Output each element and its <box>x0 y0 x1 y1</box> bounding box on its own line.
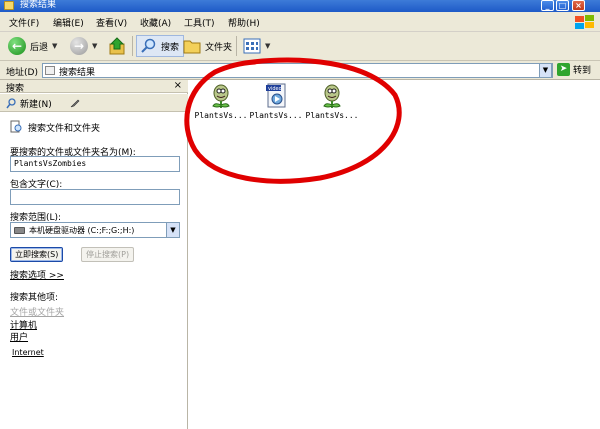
folders-label: 文件夹 <box>205 42 233 53</box>
stop-search-button[interactable]: 停止搜索(P) <box>81 247 135 262</box>
folders-button[interactable]: 文件夹 <box>183 35 232 57</box>
address-label: 地址(D) <box>6 68 38 78</box>
video-badge: video <box>268 86 282 92</box>
plant-icon <box>208 82 234 110</box>
forward-arrow-icon: → <box>70 37 88 55</box>
chevron-down-icon[interactable]: ▼ <box>92 42 97 50</box>
edit-search-button[interactable] <box>70 97 81 108</box>
folder-search-icon <box>4 1 14 10</box>
search-pane-title: 搜索 <box>6 84 25 94</box>
toolbar: ← 后退 ▼ → ▼ 搜索 文件夹 ▼ <box>0 32 600 61</box>
other-internet-link[interactable]: Internet <box>12 348 44 357</box>
video-file-icon: video <box>263 82 289 110</box>
menu-bar: 文件(F) 编辑(E) 查看(V) 收藏(A) 工具(T) 帮助(H) <box>0 12 600 32</box>
up-folder-icon <box>109 37 125 55</box>
search-button[interactable]: 搜索 <box>136 35 185 57</box>
address-input[interactable]: 搜索结果 <box>42 63 553 78</box>
new-search-label: 新建(N) <box>20 100 52 110</box>
chevron-down-icon[interactable]: ▼ <box>52 42 57 50</box>
search-pane: 搜索 × 新建(N) 搜索文件和文件夹 要搜索的文件或文件夹名为(M): Pla… <box>0 80 188 429</box>
go-button[interactable]: ➤ 转到 <box>557 63 591 76</box>
address-value: 搜索结果 <box>59 68 96 78</box>
folder-icon <box>183 40 201 54</box>
look-in-dropdown[interactable]: 本机硬盘驱动器 (C:;F:;G:;H:) ▼ <box>10 222 180 238</box>
address-bar: 地址(D) 搜索结果 ▼ ➤ 转到 <box>0 61 600 80</box>
maximize-button[interactable]: □ <box>556 0 569 11</box>
toolbar-separator <box>236 36 237 56</box>
back-button[interactable]: ← 后退 ▼ <box>8 35 57 57</box>
file-item[interactable]: PlantsVs... <box>191 82 251 120</box>
look-in-value: 本机硬盘驱动器 (C:;F:;G:;H:) <box>29 226 135 235</box>
chevron-down-icon[interactable]: ▼ <box>166 223 179 237</box>
toolbar-separator <box>132 36 133 56</box>
window-title: 搜索结果 <box>20 0 57 10</box>
close-icon[interactable]: × <box>174 80 182 91</box>
search-options-link[interactable]: 搜索选项 >> <box>10 268 64 281</box>
minimize-button[interactable]: _ <box>541 0 554 11</box>
hard-drive-icon <box>14 227 25 234</box>
results-view[interactable]: PlantsVs... video PlantsVs... PlantsVs..… <box>189 80 600 429</box>
menu-favorites[interactable]: 收藏(A) <box>140 16 171 29</box>
search-pane-header: 搜索 × <box>0 80 188 94</box>
search-other-label: 搜索其他项: <box>10 293 59 303</box>
file-item[interactable]: PlantsVs... <box>302 82 362 120</box>
file-name: PlantsVs... <box>249 111 303 120</box>
back-label: 后退 <box>30 42 49 53</box>
file-name: PlantsVs... <box>305 111 359 120</box>
pencil-icon <box>70 99 80 108</box>
new-search-button[interactable]: 新建(N) <box>6 97 52 110</box>
search-icon <box>141 38 156 53</box>
menu-file[interactable]: 文件(F) <box>9 16 39 29</box>
search-pane-toolbar: 新建(N) <box>0 94 188 112</box>
menu-help[interactable]: 帮助(H) <box>228 16 260 29</box>
contains-text-field[interactable] <box>10 189 180 205</box>
go-arrow-icon: ➤ <box>557 63 570 76</box>
menu-edit[interactable]: 编辑(E) <box>53 16 84 29</box>
menu-view[interactable]: 查看(V) <box>96 16 127 29</box>
up-folder-button[interactable] <box>108 35 128 57</box>
file-name-field[interactable]: PlantsVsZombies <box>10 156 180 172</box>
views-icon <box>243 38 261 54</box>
other-files-folders-link[interactable]: 文件或文件夹 <box>10 305 64 318</box>
forward-button[interactable]: → ▼ <box>70 35 97 57</box>
close-button[interactable]: × <box>572 0 585 11</box>
windows-flag-icon <box>573 14 595 30</box>
other-people-link[interactable]: 用户 <box>10 330 28 343</box>
menu-tools[interactable]: 工具(T) <box>184 16 215 29</box>
title-bar: 搜索结果 _ □ × <box>0 0 600 12</box>
back-arrow-icon: ← <box>8 37 26 55</box>
search-now-button[interactable]: 立即搜索(S) <box>10 247 64 262</box>
file-item[interactable]: video PlantsVs... <box>246 82 306 120</box>
search-heading: 搜索文件和文件夹 <box>28 124 101 134</box>
go-label: 转到 <box>573 66 592 76</box>
search-results-icon <box>45 66 55 75</box>
find-files-icon <box>10 120 22 133</box>
file-name: PlantsVs... <box>194 111 248 120</box>
plant-icon <box>319 82 345 110</box>
chevron-down-icon[interactable]: ▼ <box>265 42 270 50</box>
search-icon <box>6 98 16 109</box>
search-label: 搜索 <box>161 42 180 53</box>
views-button[interactable]: ▼ <box>243 35 270 57</box>
address-dropdown-button[interactable]: ▼ <box>539 63 552 78</box>
